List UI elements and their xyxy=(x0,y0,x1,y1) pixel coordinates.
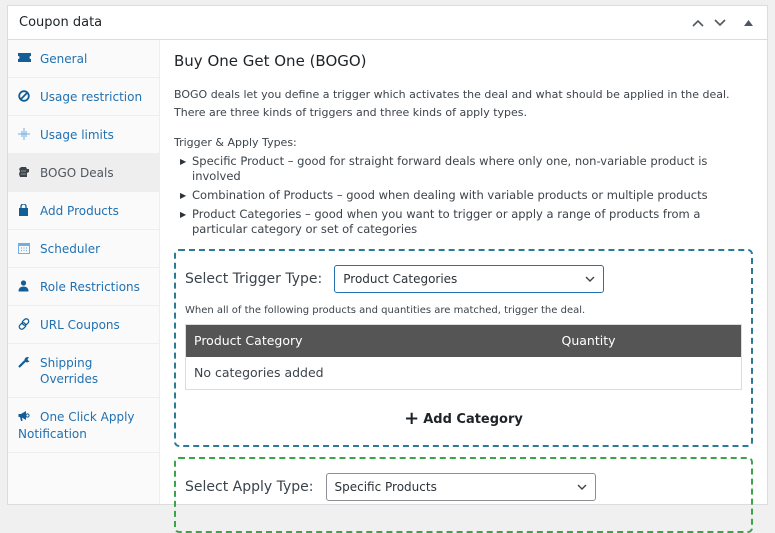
sidebar-item-label: Role Restrictions xyxy=(40,280,140,294)
sidebar-item-usage-restriction[interactable]: Usage restriction xyxy=(8,78,159,116)
chevron-down-icon xyxy=(585,274,595,285)
bogo-icon xyxy=(18,165,40,178)
move-down-icon[interactable] xyxy=(709,12,731,34)
bogo-main-content: Buy One Get One (BOGO) BOGO deals let yo… xyxy=(160,40,767,533)
apply-section: Select Apply Type: Specific Products xyxy=(174,457,753,533)
apply-type-label: Select Apply Type: xyxy=(185,479,314,495)
column-header-quantity: Quantity xyxy=(561,324,742,357)
coupon-tabs-sidebar: General Usage restriction Usage limits B… xyxy=(8,40,160,504)
trigger-type-select[interactable]: Product Categories xyxy=(334,265,605,293)
sidebar-item-label: Shipping Overrides xyxy=(40,356,99,386)
add-category-button[interactable]: + Add Category xyxy=(185,408,742,429)
sidebar-item-add-products[interactable]: Add Products xyxy=(8,192,159,230)
add-category-label: Add Category xyxy=(423,412,523,427)
sidebar-item-label: Scheduler xyxy=(40,242,101,256)
sidebar-item-url-coupons[interactable]: URL Coupons xyxy=(8,306,159,344)
coupon-data-panel: Coupon data General Usage restriction Us… xyxy=(7,5,768,533)
panel-title: Coupon data xyxy=(19,15,103,30)
bogo-description: BOGO deals let you define a trigger whic… xyxy=(174,88,730,119)
list-item: Specific Product – good for straight for… xyxy=(180,154,753,184)
apply-type-value: Specific Products xyxy=(334,480,437,494)
header-controls xyxy=(687,6,759,40)
chevron-down-icon xyxy=(577,482,587,493)
plus-icon: + xyxy=(404,408,420,429)
list-item: Product Categories – good when you want … xyxy=(180,207,753,237)
bag-icon xyxy=(18,203,40,216)
types-title: Trigger & Apply Types: xyxy=(174,136,297,149)
trigger-type-label: Select Trigger Type: xyxy=(185,271,323,287)
block-icon xyxy=(18,89,40,102)
user-icon xyxy=(18,279,40,292)
sidebar-item-scheduler[interactable]: Scheduler xyxy=(8,230,159,268)
types-list: Specific Product – good for straight for… xyxy=(180,154,753,237)
sidebar-item-label: Add Products xyxy=(40,204,119,218)
link-icon xyxy=(18,317,40,330)
sidebar-item-bogo-deals[interactable]: BOGO Deals xyxy=(8,154,159,192)
sidebar-item-shipping-overrides[interactable]: Shipping Overrides xyxy=(8,344,159,398)
calendar-icon xyxy=(18,241,40,254)
sidebar-item-label: URL Coupons xyxy=(40,318,120,332)
limits-icon xyxy=(18,127,40,140)
sidebar-item-one-click-apply[interactable]: One Click Apply Notification xyxy=(8,398,159,453)
column-header-product-category: Product Category xyxy=(185,324,562,357)
toggle-panel-icon[interactable] xyxy=(737,12,759,34)
sidebar-item-label: General xyxy=(40,52,88,66)
table-header-row: Product Category Quantity xyxy=(185,324,742,357)
apply-type-select[interactable]: Specific Products xyxy=(325,473,596,501)
move-up-icon[interactable] xyxy=(687,12,709,34)
panel-header: Coupon data xyxy=(8,6,767,40)
sidebar-item-role-restrictions[interactable]: Role Restrictions xyxy=(8,268,159,306)
trigger-categories-table: Product Category Quantity No categories … xyxy=(185,324,742,390)
wrench-icon xyxy=(18,355,40,368)
empty-table-message: No categories added xyxy=(194,365,324,381)
sidebar-item-label: Usage limits xyxy=(40,128,114,142)
sidebar-item-label: BOGO Deals xyxy=(40,166,114,180)
trigger-section: Select Trigger Type: Product Categories … xyxy=(174,249,753,447)
trigger-hint: When all of the following products and q… xyxy=(185,305,586,316)
page-title: Buy One Get One (BOGO) xyxy=(174,52,367,70)
ticket-icon xyxy=(18,51,40,63)
table-row: No categories added xyxy=(186,357,742,390)
megaphone-icon xyxy=(18,409,40,426)
sidebar-item-usage-limits[interactable]: Usage limits xyxy=(8,116,159,154)
sidebar-item-label: Usage restriction xyxy=(40,90,143,104)
trigger-type-value: Product Categories xyxy=(343,272,458,286)
sidebar-item-general[interactable]: General xyxy=(8,40,159,78)
list-item: Combination of Products – good when deal… xyxy=(180,188,753,203)
